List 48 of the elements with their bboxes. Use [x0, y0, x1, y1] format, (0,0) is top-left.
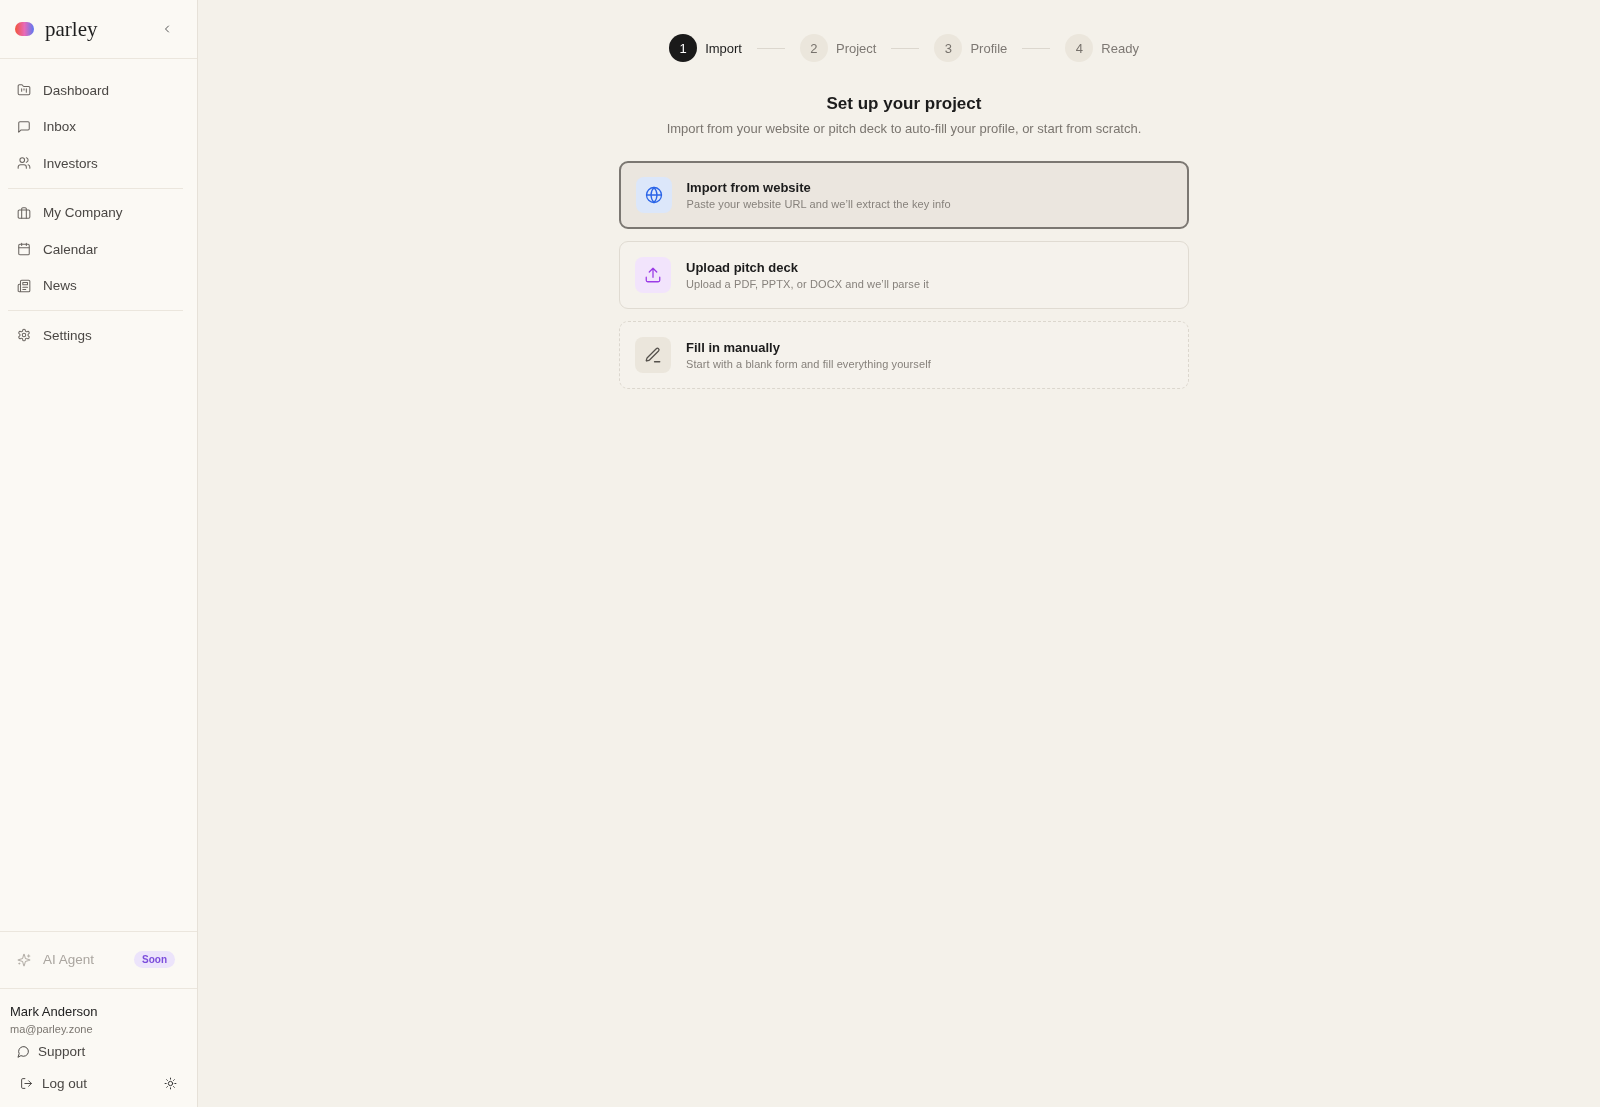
step-label: Import [705, 40, 742, 56]
step-number: 2 [799, 34, 828, 62]
user-name: Mark Anderson [10, 1004, 99, 1020]
option-card[interactable]: Upload pitch deck Upload a PDF, PPTX, or DOCX and we’ll parse it [619, 241, 1189, 309]
nav-item[interactable]: Calendar [8, 231, 189, 268]
nav-item[interactable]: Inbox [8, 108, 189, 145]
sparkles-icon [17, 952, 31, 967]
step-label: Project [835, 40, 877, 56]
nav-item[interactable]: Settings [8, 317, 189, 354]
nav-item[interactable]: News [8, 267, 189, 304]
option-title: Import from website [686, 179, 812, 196]
calendar-icon [17, 242, 31, 257]
option-description: Start with a blank form and fill everything yourself [686, 356, 931, 371]
briefcase-icon [17, 205, 31, 220]
settings-icon [17, 328, 31, 343]
theme-toggle-button[interactable] [162, 1074, 179, 1092]
step-number: 1 [669, 34, 698, 62]
option-description: Upload a PDF, PPTX, or DOCX and we’ll parse it [686, 276, 930, 291]
nav-item[interactable]: Dashboard [8, 72, 189, 109]
logo-icon [15, 22, 34, 36]
chat-bubble-icon [17, 119, 31, 134]
pencil-icon [635, 337, 671, 373]
option-title: Fill in manually [686, 339, 781, 356]
log-out-icon [20, 1076, 33, 1090]
option-card[interactable]: Import from website Paste your website URL and we’ll extract the key info [619, 161, 1189, 229]
step-label: Ready [1101, 40, 1139, 56]
brand-name: parley [45, 17, 98, 41]
step-number: 4 [1065, 34, 1094, 62]
option-description: Paste your website URL and we’ll extract the key info [686, 196, 951, 211]
support-link[interactable]: Support [10, 1036, 93, 1066]
status-badge: Soon [134, 951, 175, 969]
user-email: ma@parley.zone [10, 1022, 94, 1036]
page-title: Set up your project [826, 93, 982, 115]
upload-icon [635, 257, 671, 293]
chat-bubble-icon [17, 1044, 30, 1058]
page-subtitle: Import from your website or pitch deck to auto-fill your profile, or start from scratch. [666, 121, 1142, 137]
sun-icon [164, 1076, 177, 1090]
step-label: Profile [970, 40, 1008, 56]
nav-item[interactable]: Investors [8, 145, 189, 182]
step-number: 3 [934, 34, 963, 62]
option-card[interactable]: Fill in manually Start with a blank form and fill everything yourself [619, 321, 1189, 389]
newspaper-icon [17, 278, 31, 293]
globe-icon [635, 177, 672, 213]
nav-item[interactable]: My Company [8, 194, 189, 231]
folder-icon [17, 83, 31, 98]
users-icon [17, 156, 31, 171]
log-out-button[interactable]: Log out [10, 1068, 95, 1098]
option-title: Upload pitch deck [686, 259, 799, 276]
